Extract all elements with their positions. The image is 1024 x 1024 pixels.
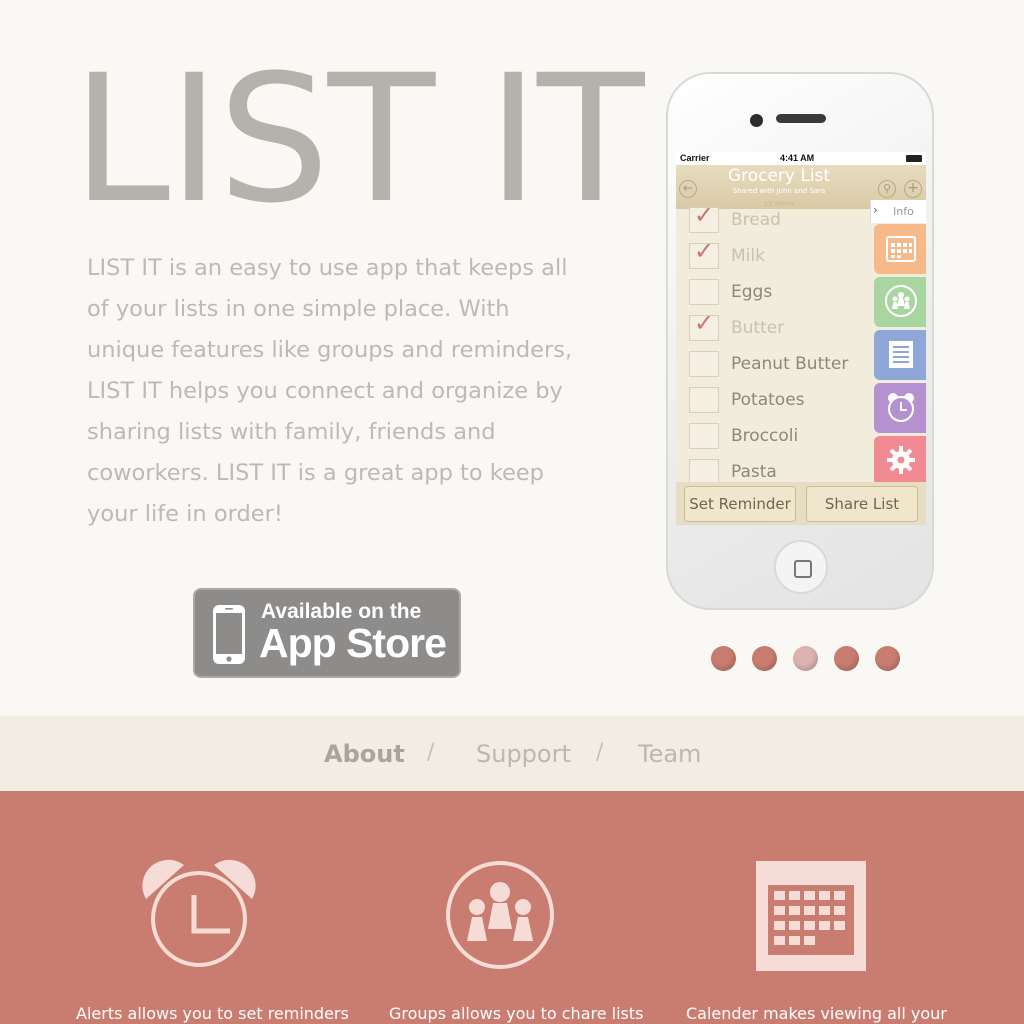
side-panel: › Info <box>870 200 926 486</box>
item-label: Broccoli <box>731 426 799 446</box>
search-icon[interactable]: ⚲ <box>878 180 896 198</box>
item-label: Butter <box>731 318 785 338</box>
battery-icon <box>906 155 922 162</box>
checkmark-icon: ✓ <box>694 201 715 229</box>
feature-groups-text: Groups allows you to chare lists <box>389 1004 644 1023</box>
info-tab[interactable]: › Info <box>870 200 926 223</box>
checkbox[interactable] <box>689 387 719 413</box>
iphone-icon <box>213 605 245 664</box>
item-label: Potatoes <box>731 390 805 410</box>
app-store-line2: App Store <box>259 620 447 666</box>
carousel-dot[interactable] <box>711 646 736 671</box>
reminders-tile[interactable] <box>874 383 926 433</box>
calendar-icon <box>886 236 916 262</box>
bottom-toolbar: Set Reminder Share List <box>676 482 926 525</box>
item-label: Milk <box>731 246 765 266</box>
nav-team[interactable]: Team <box>638 740 701 768</box>
item-label: Bread <box>731 210 781 230</box>
list-item[interactable]: ✓ Butter <box>676 309 872 351</box>
speaker <box>776 114 826 123</box>
groups-icon <box>885 285 917 317</box>
list-title: Grocery List <box>727 166 831 186</box>
item-label: Eggs <box>731 282 773 302</box>
checkbox[interactable] <box>689 279 719 305</box>
section-nav: About / Support / Team <box>0 716 1024 791</box>
list-item[interactable]: ✓ Milk <box>676 237 872 279</box>
carousel-dot[interactable] <box>875 646 900 671</box>
groups-tile[interactable] <box>874 277 926 327</box>
feature-calendar-text: Calender makes viewing all your <box>686 1004 947 1023</box>
lists-tile[interactable] <box>874 330 926 380</box>
carousel-dot-active[interactable] <box>793 646 818 671</box>
share-list-button[interactable]: Share List <box>806 486 918 522</box>
carousel-dot[interactable] <box>752 646 777 671</box>
nav-about[interactable]: About <box>324 740 405 768</box>
list-subtitle: Shared with John and Sara <box>732 187 826 195</box>
gear-icon <box>887 446 915 474</box>
nav-separator: / <box>427 740 435 765</box>
checkmark-icon: ✓ <box>694 309 715 337</box>
hero-description: LIST IT is an easy to use app that keeps… <box>87 255 573 527</box>
set-reminder-button[interactable]: Set Reminder <box>684 486 796 522</box>
nav-support[interactable]: Support <box>476 740 571 768</box>
status-bar: Carrier 4:41 AM <box>676 152 926 165</box>
item-label: Peanut Butter <box>731 354 849 374</box>
phone-screen: Carrier 4:41 AM ← Grocery List Shared wi… <box>676 152 926 525</box>
status-time: 4:41 AM <box>780 153 815 163</box>
info-label: Info <box>893 205 914 218</box>
list-item[interactable]: Potatoes <box>676 387 872 423</box>
home-button <box>774 540 828 594</box>
alarm-clock-icon <box>142 859 256 967</box>
feature-alerts-text: Alerts allows you to set reminders <box>76 1004 349 1023</box>
checkbox[interactable] <box>689 351 719 377</box>
calendar-icon <box>756 861 866 971</box>
list-item[interactable]: Broccoli <box>676 423 872 459</box>
list-item[interactable]: Peanut Butter <box>676 351 872 387</box>
carousel-dot[interactable] <box>834 646 859 671</box>
alarm-icon <box>888 393 914 422</box>
settings-tile[interactable] <box>874 436 926 486</box>
grocery-list: ✓ Bread ✓ Milk Eggs ✓ Butter Peanut Butter … <box>676 201 872 495</box>
camera <box>750 114 763 127</box>
groups-icon <box>446 861 554 969</box>
list-icon <box>889 341 913 368</box>
carrier-label: Carrier <box>680 153 710 163</box>
hero-title: LIST IT <box>72 37 645 242</box>
item-label: Pasta <box>731 462 777 482</box>
add-icon[interactable]: + <box>904 180 922 198</box>
checkbox[interactable] <box>689 423 719 449</box>
app-store-badge[interactable]: Available on the App Store <box>193 588 461 678</box>
calendar-tile[interactable] <box>874 224 926 274</box>
features-section: Alerts allows you to set reminders Group… <box>0 791 1024 1024</box>
checkmark-icon: ✓ <box>694 237 715 265</box>
nav-separator: / <box>596 740 604 765</box>
chevron-right-icon: › <box>873 203 878 217</box>
